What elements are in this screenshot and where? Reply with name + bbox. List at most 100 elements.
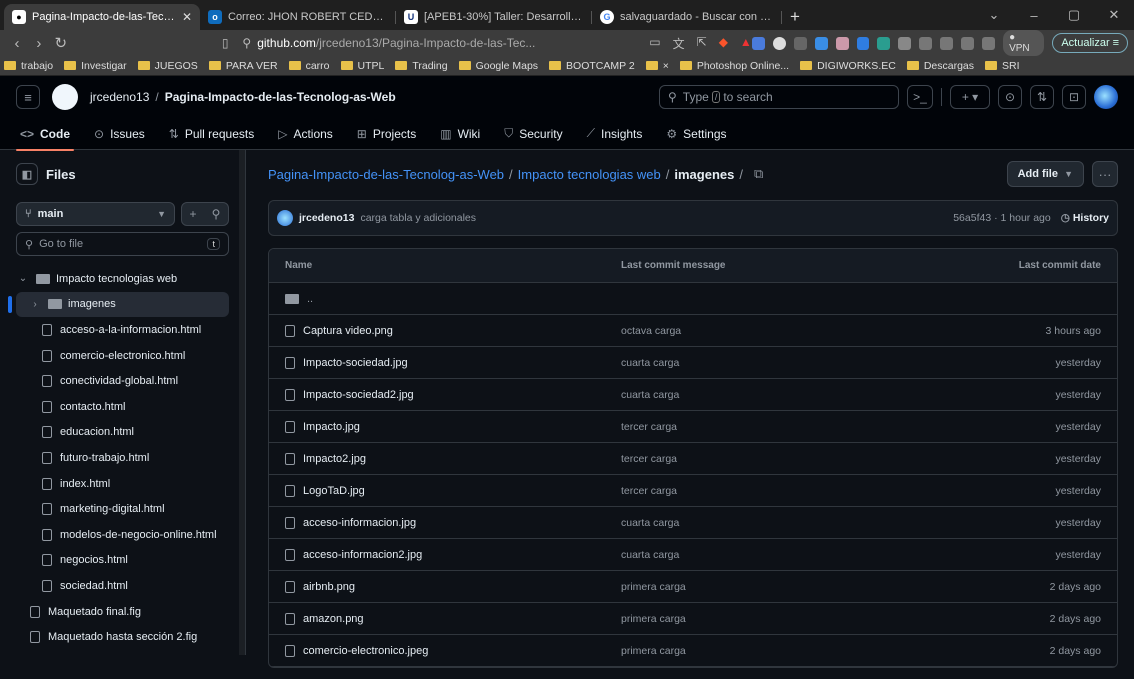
file-name-link[interactable]: Impacto-sociedad2.jpg	[303, 389, 414, 401]
search-input[interactable]: ⚲ Type / to search	[659, 85, 899, 109]
vpn-button[interactable]: ● VPN	[1003, 30, 1045, 56]
tab-pull-requests[interactable]: ⇅ Pull requests	[165, 127, 258, 150]
commit-author[interactable]: jrcedeno13	[299, 212, 354, 224]
cast-icon[interactable]: ▭	[649, 35, 660, 52]
file-name-link[interactable]: Impacto2.jpg	[303, 453, 366, 465]
share-icon[interactable]: ⇱	[697, 35, 707, 52]
brave-rewards-icon[interactable]: ▲	[740, 35, 752, 52]
tab-actions[interactable]: ▷ Actions	[274, 127, 337, 150]
add-file-sidebar-button[interactable]: + ⚲	[181, 202, 229, 226]
table-row[interactable]: acceso-informacion2.jpg cuarta carga yeste…	[269, 539, 1117, 571]
table-row[interactable]: Captura video.png octava carga 3 hours ago	[269, 315, 1117, 347]
avatar[interactable]	[277, 210, 293, 226]
commit-message-link[interactable]: octava carga	[621, 325, 961, 337]
bookmark-item[interactable]: Investigar	[64, 60, 127, 72]
tree-file[interactable]: index.html	[16, 471, 229, 497]
sidebar-scrollbar[interactable]	[239, 150, 245, 655]
browser-tab-github[interactable]: ● Pagina-Impacto-de-las-Tecnolo ✕	[4, 4, 200, 30]
extensions-puzzle-icon[interactable]	[898, 36, 912, 50]
copy-path-icon[interactable]: ⧉	[754, 166, 763, 182]
commit-message-link[interactable]: primera carga	[621, 645, 961, 657]
bookmark-page-icon[interactable]: ▯	[222, 36, 229, 50]
close-window-icon[interactable]: ✕	[1094, 7, 1134, 23]
bookmark-item[interactable]: Trading	[395, 60, 448, 72]
tree-file[interactable]: sociedad.html	[16, 573, 229, 599]
commit-message[interactable]: carga tabla y adicionales	[360, 212, 476, 224]
commit-message-link[interactable]: tercer carga	[621, 421, 961, 433]
bookmark-item[interactable]: Photoshop Online...	[679, 60, 789, 72]
bookmark-item[interactable]: JUEGOS	[137, 60, 198, 72]
tree-file[interactable]: conectividad-global.html	[16, 368, 229, 394]
table-row[interactable]: Impacto-sociedad2.jpg cuarta carga yesterd…	[269, 379, 1117, 411]
tree-folder-impacto[interactable]: ⌄ Impacto tecnologias web	[16, 266, 229, 292]
tab-list-icon[interactable]: ⌄	[974, 7, 1014, 23]
tree-file[interactable]: educacion.html	[16, 420, 229, 446]
wallet-icon[interactable]	[982, 36, 996, 50]
browser-tab-google[interactable]: G salvaguardado - Buscar con Google	[592, 4, 782, 30]
commit-message-link[interactable]: primera carga	[621, 613, 961, 625]
file-name-link[interactable]: acceso-informacion.jpg	[303, 517, 416, 529]
collapse-sidebar-icon[interactable]: ◧	[16, 163, 38, 185]
repo-link[interactable]: Pagina-Impacto-de-las-Tecnolog-as-Web	[165, 90, 396, 104]
table-row[interactable]: Impacto.jpg tercer carga yesterday	[269, 411, 1117, 443]
tree-file[interactable]: Maquetado hasta sección 2.fig	[16, 624, 229, 650]
file-name-link[interactable]: LogoTaD.jpg	[303, 485, 365, 497]
maximize-icon[interactable]: ▢	[1054, 7, 1094, 23]
browser-tab-utpl[interactable]: U [APEB1-30%] Taller: Desarrolle un sit	[396, 4, 592, 30]
table-row[interactable]: LogoTaD.jpg tercer carga yesterday	[269, 475, 1117, 507]
menu-icon[interactable]: ≡	[16, 85, 40, 109]
commit-message-link[interactable]: tercer carga	[621, 485, 961, 497]
bookmark-item[interactable]: Descargas	[906, 60, 974, 72]
inbox-icon[interactable]: ⊡	[1062, 85, 1086, 109]
sidebar-toggle-icon[interactable]	[961, 36, 975, 50]
commit-message-link[interactable]: primera carga	[621, 581, 961, 593]
branch-selector[interactable]: ⑂ main ▼	[16, 202, 175, 226]
reload-icon[interactable]: ↻	[50, 34, 72, 52]
minimize-icon[interactable]: –	[1014, 8, 1054, 23]
download-icon[interactable]	[940, 36, 954, 50]
file-name-link[interactable]: amazon.png	[303, 613, 364, 625]
commit-message-link[interactable]: cuarta carga	[621, 389, 961, 401]
bookmark-item[interactable]: SRI	[985, 60, 1020, 72]
site-info-icon[interactable]: ⚲	[242, 36, 251, 50]
commit-message-link[interactable]: tercer carga	[621, 453, 961, 465]
tree-folder-imagenes[interactable]: › imagenes	[8, 291, 229, 318]
bookmark-item[interactable]: Google Maps	[458, 60, 538, 72]
history-link[interactable]: ◷ History	[1061, 212, 1109, 224]
commit-meta[interactable]: 56a5f43 · 1 hour ago	[953, 212, 1051, 224]
pull-requests-icon[interactable]: ⇅	[1030, 85, 1054, 109]
tab-wiki[interactable]: ▥ Wiki	[436, 127, 484, 150]
bookmark-item[interactable]: UTPL	[340, 60, 384, 72]
issues-icon[interactable]: ⊙	[998, 85, 1022, 109]
extension-icon[interactable]	[877, 36, 891, 50]
parent-directory-row[interactable]: ..	[269, 283, 1117, 315]
update-button[interactable]: Actualizar ≡	[1052, 33, 1129, 53]
table-row[interactable]: comercio-electronico.jpeg primera carga 2 …	[269, 635, 1117, 667]
commit-message-link[interactable]: cuarta carga	[621, 517, 961, 529]
search-icon[interactable]: ⚲	[212, 207, 221, 221]
tab-issues[interactable]: ⊙ Issues	[90, 127, 149, 150]
create-new-button[interactable]: + ▾	[950, 85, 990, 109]
commit-message-link[interactable]: cuarta carga	[621, 357, 961, 369]
avatar[interactable]	[1094, 85, 1118, 109]
tree-file[interactable]: modelos-de-negocio-online.html	[16, 522, 229, 548]
table-row[interactable]: airbnb.png primera carga 2 days ago	[269, 571, 1117, 603]
command-palette-icon[interactable]: >_	[907, 85, 933, 109]
tree-file[interactable]: futuro-trabajo.html	[16, 445, 229, 471]
translate-icon[interactable]: 文	[673, 35, 685, 52]
table-row[interactable]: Impacto-sociedad.jpg cuarta carga yesterda…	[269, 347, 1117, 379]
tree-file[interactable]: negocios.html	[16, 548, 229, 574]
github-logo-icon[interactable]	[52, 84, 78, 110]
commit-message-link[interactable]: cuarta carga	[621, 549, 961, 561]
file-name-link[interactable]: airbnb.png	[303, 581, 355, 593]
file-name-link[interactable]: Captura video.png	[303, 325, 393, 337]
tree-file[interactable]: Maquetado final.fig	[16, 599, 229, 625]
tab-code[interactable]: <> Code	[16, 127, 75, 151]
bookmark-item[interactable]: ×	[645, 60, 669, 72]
table-row[interactable]: Impacto2.jpg tercer carga yesterday	[269, 443, 1117, 475]
tree-file[interactable]: contacto.html	[16, 394, 229, 420]
bookmark-item[interactable]: carro	[288, 60, 330, 72]
breadcrumb-folder-link[interactable]: Impacto tecnologias web	[518, 167, 661, 182]
breadcrumb-repo-link[interactable]: Pagina-Impacto-de-las-Tecnolog-as-Web	[268, 167, 504, 182]
tab-settings[interactable]: ⚙ Settings	[662, 127, 730, 150]
